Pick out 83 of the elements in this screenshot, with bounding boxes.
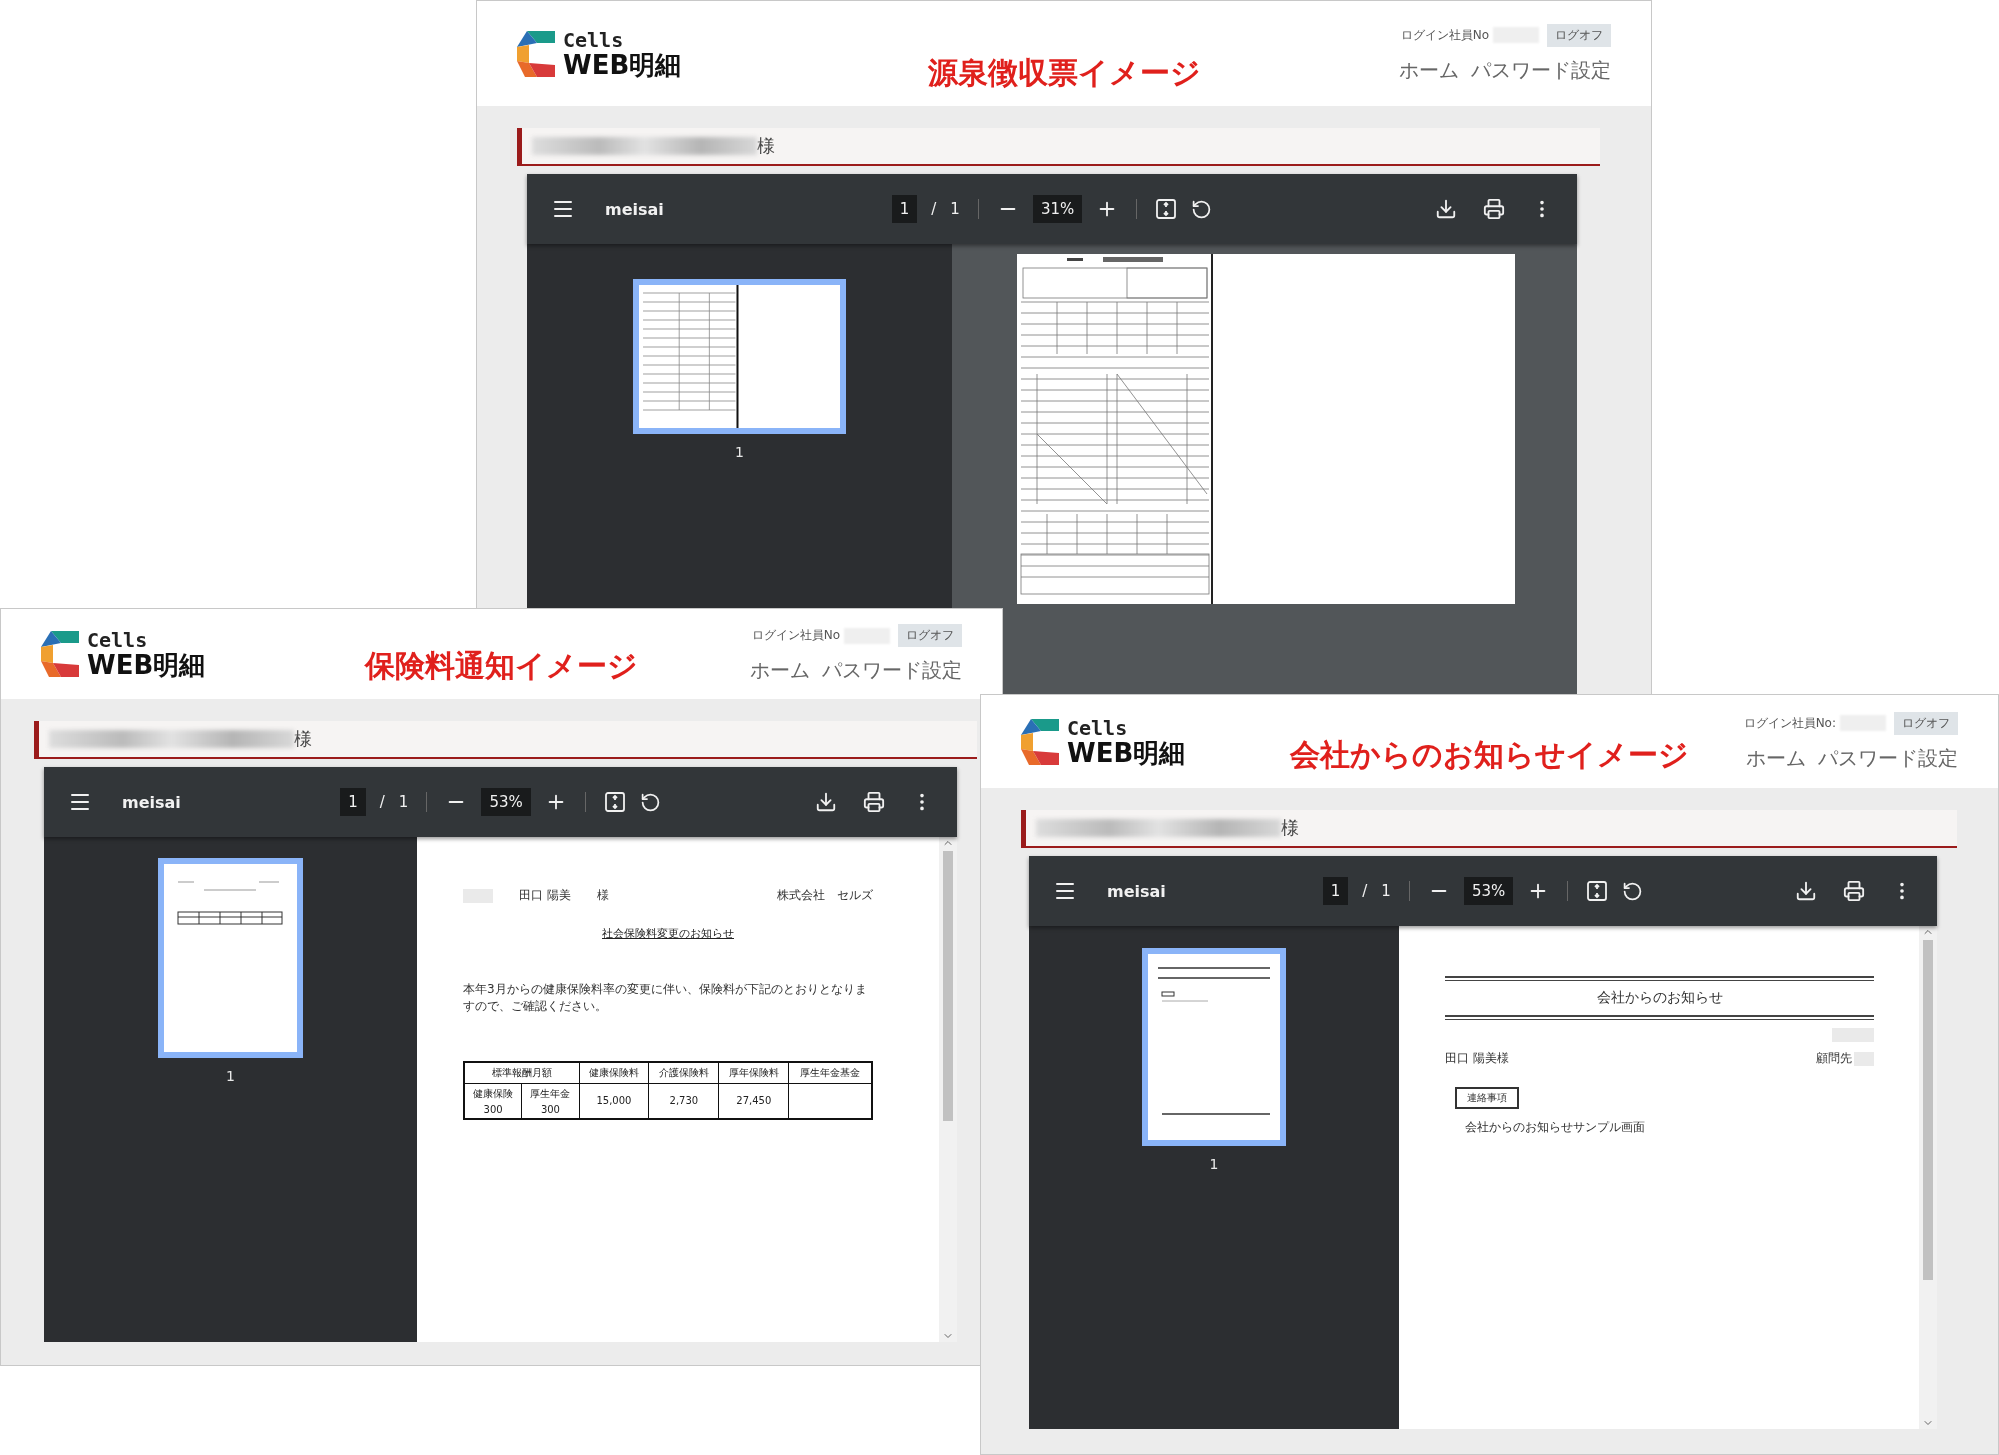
sub-label: 健康保険 [473,1086,514,1101]
document-title: 会社からのお知らせ [1595,988,1724,1007]
recipient-name: 田口 陽美様 [1445,1050,1509,1067]
nav-link[interactable]: パスワード設定 [822,657,962,684]
table-value: 2,730 [669,1095,699,1107]
logo-text: Cells [87,630,149,650]
image-caption: 源泉徴収票イメージ [927,54,1201,92]
column-header: 介護保険料 [658,1066,709,1078]
column-header: 標準報酬月額 [491,1066,552,1078]
download-icon[interactable] [1795,880,1817,902]
company-name: 株式会社 セルズ [777,887,873,904]
page-separator: / [379,793,385,811]
table-value: 300 [483,1103,503,1115]
table-value: 27,450 [736,1095,772,1107]
image-caption: 保険料通知イメージ [365,647,638,685]
print-icon[interactable] [1843,880,1865,902]
page-number-field[interactable]: 1 [891,195,918,223]
column-header: 厚年保険料 [728,1066,779,1078]
table-value: 300 [540,1103,560,1115]
zoom-field[interactable]: 31% [1032,195,1083,223]
print-icon[interactable] [863,791,885,813]
page-separator: / [931,200,937,218]
honorific: 様 [757,134,775,158]
nav-link[interactable]: パスワード設定 [1471,56,1611,84]
download-icon[interactable] [815,791,837,813]
fit-page-icon[interactable] [603,791,626,813]
scroll-thumb[interactable] [943,851,953,1121]
notice-text: 会社からのお知らせサンプル画面 [1465,1119,1646,1136]
page-count: 1 [1381,882,1391,900]
logout-button[interactable]: ログオフ [1894,711,1958,735]
logo-text: WEB明細 [87,652,206,678]
page-number-field[interactable]: 1 [1322,877,1349,905]
logout-button[interactable]: ログオフ [1547,23,1611,47]
thumbnail-label: 1 [1209,1156,1219,1172]
zoom-field[interactable]: 53% [1463,877,1514,905]
logo-icon [517,30,555,77]
scrollbar[interactable] [939,837,957,1342]
page-count: 1 [398,793,409,811]
honorific: 様 [1281,816,1299,840]
rotate-icon[interactable] [1622,880,1644,902]
zoom-field[interactable]: 53% [481,788,531,816]
login-label: ログイン社員No: [1743,714,1836,732]
logo-text: WEB明細 [563,51,682,78]
section-heading: 連絡事項 [1455,1087,1519,1109]
honorific: 様 [294,727,312,751]
thumbnail-label: 1 [226,1068,235,1084]
image-caption: 会社からのお知らせイメージ [1290,736,1689,774]
nav-link[interactable]: ホーム [750,657,810,684]
fit-page-icon[interactable] [1155,198,1178,220]
nav-link[interactable]: パスワード設定 [1818,744,1958,772]
page-number-field[interactable]: 1 [340,788,366,816]
nav-link[interactable]: ホーム [1746,744,1806,772]
print-icon[interactable] [1483,198,1505,220]
logo-text: WEB明細 [1067,739,1186,766]
download-icon[interactable] [1435,198,1457,220]
scroll-thumb[interactable] [1923,940,1933,1280]
logo-icon [41,631,79,677]
page-count: 1 [950,200,960,218]
thumbnail-label: 1 [735,444,744,460]
logo-text: Cells [1067,717,1129,738]
login-label: ログイン社員No [1400,26,1489,44]
column-header: 健康保険料 [588,1066,639,1078]
logo-icon [1021,718,1059,765]
page-separator: / [1362,882,1368,900]
recipient-name: 田口 陽美 [519,887,571,904]
document-name: meisai [605,199,664,219]
rotate-icon[interactable] [639,791,661,813]
document-name: meisai [122,792,181,812]
document-title: 社会保険料変更のお知らせ [602,926,734,941]
logo-text: Cells [563,29,625,50]
sub-label: 厚生年金 [530,1086,571,1101]
contact-label: 顧問先 [1816,1050,1852,1067]
logout-button[interactable]: ログオフ [898,624,962,647]
notice-text: 本年3月からの健康保険料率の変更に伴い、保険料が下記のとおりとなりますので、ご確認ください。 [463,981,868,1015]
nav-link[interactable]: ホーム [1399,56,1459,84]
honorific: 様 [596,887,609,904]
scrollbar[interactable] [1919,926,1937,1429]
rotate-icon[interactable] [1191,198,1213,220]
document-name: meisai [1107,881,1166,901]
login-label: ログイン社員No [751,627,840,644]
column-header: 厚生年金基金 [800,1066,861,1078]
table-value: 15,000 [596,1095,632,1107]
fit-page-icon[interactable] [1586,880,1609,902]
